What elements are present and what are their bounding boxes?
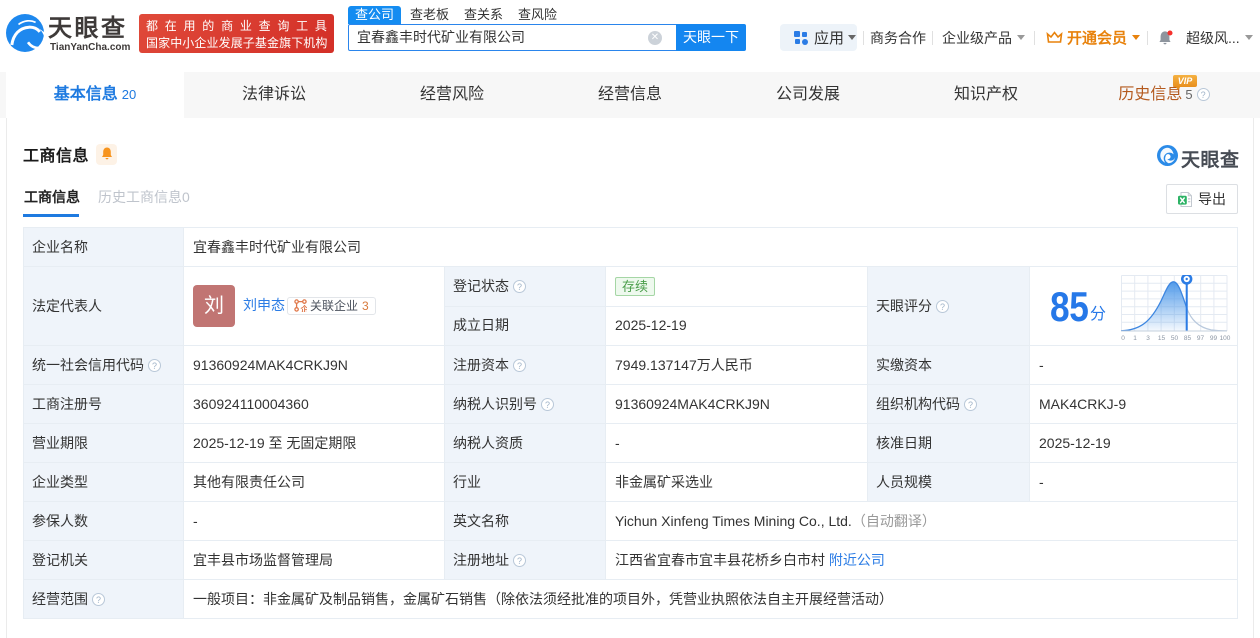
svg-text:0: 0 bbox=[1121, 335, 1125, 341]
svg-text:企: 企 bbox=[300, 304, 308, 312]
svg-text:99: 99 bbox=[1210, 335, 1218, 341]
svg-text:1: 1 bbox=[1133, 335, 1137, 341]
svg-text:100: 100 bbox=[1220, 335, 1231, 341]
svg-text:85: 85 bbox=[1184, 335, 1192, 341]
svg-text:50: 50 bbox=[1171, 335, 1179, 341]
svg-text:3: 3 bbox=[1146, 335, 1150, 341]
svg-text:97: 97 bbox=[1197, 335, 1205, 341]
svg-text:15: 15 bbox=[1158, 335, 1166, 341]
